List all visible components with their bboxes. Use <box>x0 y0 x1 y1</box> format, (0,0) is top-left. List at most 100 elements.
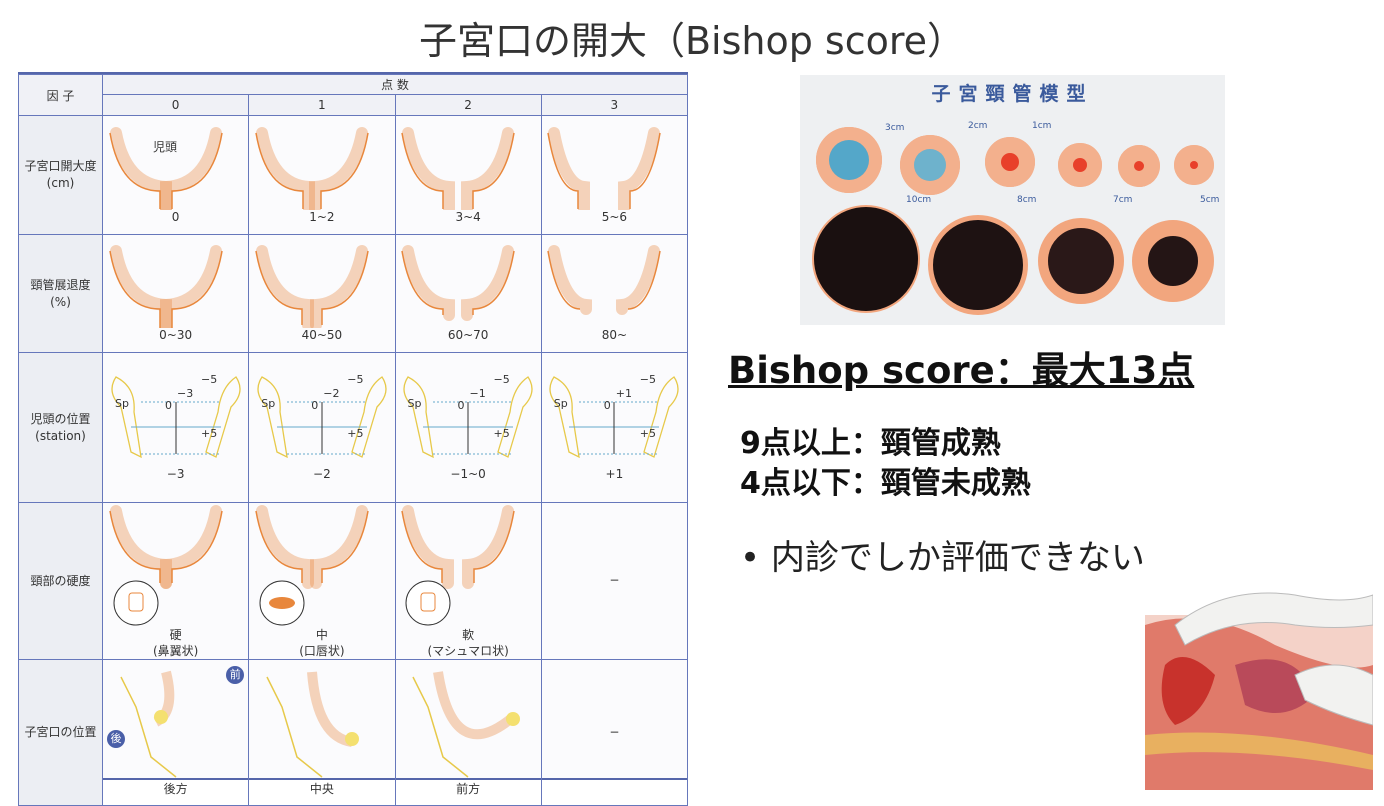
score-label: −2 <box>313 467 331 482</box>
score-cell: − <box>540 501 689 661</box>
station-bottom-label: +5 <box>639 427 656 440</box>
factor-cell: 頸管展退度 (%) <box>18 234 103 353</box>
size-label: 1cm <box>1032 121 1052 131</box>
station-scale: Sp 0 −5 +5 −1 <box>396 353 541 453</box>
station-mark: −3 <box>177 387 194 400</box>
table-row: 頸部の硬度硬 (鼻翼状) 中 (口唇状) 軟 (マシュマロ状) − <box>18 501 689 661</box>
score-cell: 3~4 <box>394 115 542 235</box>
score-column-2: 2 <box>394 94 542 116</box>
table-row: 頸管展退度 (%) 0~30 40~50 60~70 80~ <box>18 234 689 353</box>
internal-exam-illustration <box>1145 585 1373 790</box>
factor-unit: (%) <box>50 294 71 309</box>
score-cell: 80~ <box>540 234 689 353</box>
station-zero-label: 0 <box>603 399 611 412</box>
score-label: 40~50 <box>301 328 343 343</box>
station-top-label: −5 <box>347 373 364 386</box>
station-scale: Sp 0 −5 +5 −3 <box>103 353 248 453</box>
score-cell: − <box>540 659 689 806</box>
score-label: +1 <box>605 467 624 482</box>
dilation-illustration <box>401 126 515 210</box>
factor-cell: 児頭の位置 (station) <box>18 352 103 503</box>
fetal-head-note: 児頭 <box>153 140 178 154</box>
slide-title: 子宮口の開大（Bishop score） <box>418 19 966 63</box>
position-illustration <box>119 671 177 778</box>
score-cell: 0~30 <box>101 234 250 353</box>
dilated-cervix-model-disc <box>812 205 920 313</box>
factor-cell: 子宮口の位置 <box>18 659 103 806</box>
score-label: 0~30 <box>159 328 193 343</box>
factor-cell: 頸部の硬度 <box>18 501 103 661</box>
station-top-label: −5 <box>493 373 510 386</box>
score-label: 中央 <box>309 782 334 797</box>
score-label: 軟 <box>462 628 475 642</box>
score-cell: 前後後方 <box>101 659 250 806</box>
size-label: 5cm <box>1200 195 1220 205</box>
position-illustration <box>412 671 521 778</box>
station-bottom-label: +5 <box>201 427 218 440</box>
effacement-illustration <box>255 245 369 329</box>
consistency-illustration <box>401 505 515 626</box>
station-scale: Sp 0 −5 +5 +1 <box>542 353 687 453</box>
position-illustration <box>266 671 359 778</box>
station-mark: −1 <box>469 387 486 400</box>
bishop-max-heading: Bishop score：最大13点 <box>728 349 1195 392</box>
score-cell: 1~2 <box>248 115 396 235</box>
cervix-os <box>1134 161 1144 171</box>
station-sp-label: Sp <box>407 397 422 410</box>
score-column-3: 3 <box>540 94 689 116</box>
station-mark: +1 <box>615 387 632 400</box>
score-label: 80~ <box>601 328 628 343</box>
station-sp-label: Sp <box>261 397 276 410</box>
score-cell: Sp 0 −5 +5 −2 −2 <box>248 352 396 503</box>
station-mark: −2 <box>323 387 340 400</box>
factor-name: 頸部の硬度 <box>30 573 91 588</box>
score-cell: 40~50 <box>248 234 396 353</box>
score-cell: Sp 0 −5 +5 +1 +1 <box>540 352 689 503</box>
cervix-os <box>1190 161 1198 169</box>
score-sublabel: (マシュマロ状) <box>427 643 509 658</box>
cervix-model-photo: 子宮頸管模型 3cm 2cm 1cm 10cm 8cm 7cm 5cm <box>800 75 1225 325</box>
consistency-illustration <box>108 505 223 626</box>
factor-name: 子宮口の位置 <box>24 725 97 740</box>
cervix-os <box>914 149 946 181</box>
score-label: 前方 <box>456 782 481 797</box>
score-cell: 中央 <box>248 659 396 806</box>
score-label: 後方 <box>163 782 188 797</box>
factor-name: 児頭の位置 <box>30 411 91 426</box>
factor-name: 頸管展退度 <box>30 277 91 292</box>
size-label: 2cm <box>968 121 988 131</box>
bullet-point: • 内診でしか評価できない <box>740 538 1145 578</box>
score-label: 中 <box>315 628 328 642</box>
score-cell: 中 (口唇状) <box>248 501 396 661</box>
dilated-cervix-model-disc <box>1132 220 1214 302</box>
score-cell: 前方 <box>394 659 542 806</box>
score-column-1: 1 <box>248 94 396 116</box>
score-sublabel: (口唇状) <box>299 643 345 658</box>
score-cell: 児頭 0 <box>101 115 250 235</box>
factor-unit: (cm) <box>46 176 75 190</box>
effacement-illustration <box>401 245 515 322</box>
score-cell: 60~70 <box>394 234 542 353</box>
table-row: 児頭の位置 (station) Sp 0 −5 +5 −3 −3 Sp 0 −5 +5 −2 −2 S… <box>18 352 689 503</box>
station-zero-label: 0 <box>165 399 172 412</box>
score-cell: 硬 (鼻翼状) <box>101 501 250 661</box>
score-header: 点 数 <box>102 74 688 95</box>
station-sp-label: Sp <box>115 397 129 410</box>
effacement-illustration <box>547 245 662 316</box>
cervix-os <box>1073 158 1087 172</box>
score-label: 3~4 <box>455 209 481 224</box>
station-top-label: −5 <box>201 373 218 386</box>
photo-title: 子宮頸管模型 <box>931 83 1094 105</box>
size-label: 8cm <box>1017 195 1037 205</box>
size-label: 10cm <box>906 195 932 205</box>
dilated-cervix-model-disc <box>928 215 1028 315</box>
score-label: 1~2 <box>309 209 335 224</box>
factor-name: 子宮口開大度 <box>24 159 97 174</box>
cervix-os <box>1001 153 1019 171</box>
score-sublabel: (鼻翼状) <box>152 643 199 658</box>
score-label: −3 <box>166 467 185 482</box>
score-label: −1~0 <box>450 467 486 482</box>
dilation-illustration <box>255 126 369 210</box>
station-bottom-label: +5 <box>347 427 364 440</box>
score-cell: 軟 (マシュマロ状) <box>394 501 542 661</box>
